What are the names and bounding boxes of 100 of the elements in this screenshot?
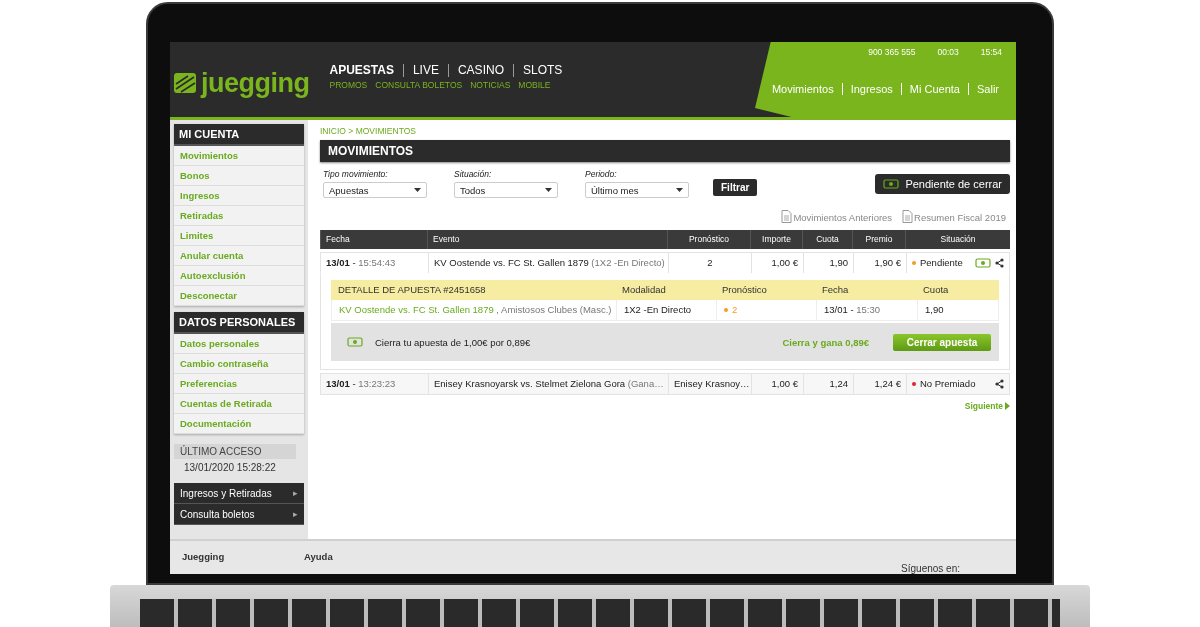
table-cell: 1,90 — [917, 300, 998, 320]
subnav-link[interactable]: NOTICIAS — [470, 80, 511, 90]
header-info: 900 365 555 — [868, 47, 916, 57]
status-text: Pendiente — [920, 256, 963, 270]
column-header: Pronóstico — [721, 283, 768, 297]
document-icon — [781, 210, 793, 224]
footer-link[interactable]: Juegging — [182, 551, 304, 574]
menu-label: Ingresos y Retiradas — [180, 487, 272, 499]
column-header: Fecha — [320, 230, 427, 249]
logo-text: juegging — [201, 67, 310, 99]
sidebar-item[interactable]: Limites — [174, 226, 304, 246]
account-link[interactable]: Salir — [968, 83, 1002, 95]
subnav-link[interactable]: PROMOS — [329, 80, 368, 90]
share-icon[interactable] — [995, 258, 1004, 268]
table-row[interactable]: 13/01 - 13:23:23 Enisey Krasnoyarsk vs. Stelmet Zielona Gora (Gana… Enisey Krasnoy… 1,00 € 1,24 1,24 € No Premiado — [320, 373, 1010, 395]
sidebar-item[interactable]: Autoexclusión — [174, 266, 304, 286]
sidebar-item[interactable]: Movimientos — [174, 146, 304, 166]
pending-button[interactable]: Pendiente de cerrar — [875, 174, 1010, 194]
column-header: Evento — [427, 230, 667, 249]
table-cell: 13/01 - 15:30 — [816, 300, 917, 320]
follow-label: Síguenos en: — [901, 563, 961, 574]
table-cell: 1,24 € — [853, 374, 906, 394]
column-header: Cuota — [802, 230, 852, 249]
sidebar-item[interactable]: Cuentas de Retirada — [174, 394, 304, 414]
account-link[interactable]: Ingresos — [841, 83, 901, 95]
arrow-icon: ▸ — [293, 488, 298, 498]
column-header: Pronóstico — [667, 230, 750, 249]
document-icon — [902, 210, 914, 224]
dropdown[interactable]: Apuestas — [323, 182, 427, 198]
section-title: MI CUENTA — [174, 124, 304, 146]
document-link[interactable]: Movimientos Anteriores — [781, 210, 893, 224]
sidebar-item[interactable]: Datos personales — [174, 334, 304, 354]
sidebar-item[interactable]: Desconectar — [174, 286, 304, 306]
arrow-icon: ▸ — [293, 509, 298, 519]
table-cell: Enisey Krasnoy… — [668, 374, 751, 394]
sidebar-item[interactable]: Preferencias — [174, 374, 304, 394]
column-header: Situación — [905, 230, 1010, 249]
sidebar-item[interactable]: Bonos — [174, 166, 304, 186]
table-cell: 1,24 — [803, 374, 853, 394]
account-link[interactable]: Mi Cuenta — [900, 83, 968, 95]
dropdown[interactable]: Último mes — [585, 182, 689, 198]
column-header: DETALLE DE APUESTA #2451658 — [337, 283, 487, 297]
table-row[interactable]: 13/01 - 15:54:43 KV Oostende vs. FC St. Gallen 1879 (1X2 -En Directo) 2 1,00 € 1,90 1,90 € Pendiente — [320, 252, 1010, 274]
status-text: No Premiado — [920, 377, 976, 391]
filter-label: Periodo: — [585, 169, 618, 179]
sidebar-item[interactable]: Documentación — [174, 414, 304, 434]
table-cell: 1X2 -En Directo — [616, 300, 716, 320]
caret-icon — [414, 188, 421, 192]
table-cell: 2 — [668, 253, 751, 273]
column-header: Modalidad — [621, 283, 667, 297]
column-header: Premio — [852, 230, 905, 249]
menu-item[interactable]: Consulta boletos ▸ — [174, 504, 304, 525]
section-title: DATOS PERSONALES — [174, 312, 304, 334]
table-cell: Enisey Krasnoyarsk vs. Stelmet Zielona Gora (Gana… — [428, 374, 668, 394]
share-icon[interactable] — [995, 379, 1004, 389]
account-link[interactable]: Movimientos — [763, 83, 842, 95]
banknote-icon — [883, 179, 900, 189]
last-access-value: 13/01/2020 15:28:22 — [183, 461, 277, 473]
filter-label: Situación: — [454, 169, 493, 179]
breadcrumb[interactable]: INICIO > MOVIMIENTOS — [320, 126, 1010, 138]
sidebar-item[interactable]: Retiradas — [174, 206, 304, 226]
caret-icon — [545, 188, 552, 192]
cashout-button[interactable]: Cerrar apuesta — [893, 333, 991, 351]
table-cell: 1,00 € — [751, 253, 803, 273]
subnav-link[interactable]: MOBILE — [518, 80, 551, 90]
table-cell: KV Oostende vs. FC St. Gallen 1879 (1X2 -En Directo) — [428, 253, 668, 273]
column-header: Fecha — [821, 283, 850, 297]
table-cell: 2 — [716, 300, 816, 320]
table-cell-text: KV Oostende vs. FC St. Gallen 1879 , Amistosos Clubes (Masc.) — [338, 303, 613, 317]
subnav-link[interactable]: CONSULTA BOLETOS — [375, 80, 463, 90]
table-cell: 1,90 — [803, 253, 853, 273]
nav-link[interactable]: CASINO — [447, 64, 513, 77]
nav-link[interactable]: SLOTS — [512, 64, 572, 77]
filter-label: Tipo movimiento: — [323, 169, 389, 179]
caret-icon — [676, 188, 683, 192]
banknote-icon — [347, 337, 363, 347]
section-title-bar: MOVIMIENTOS — [320, 140, 1010, 162]
play-icon — [1005, 402, 1010, 410]
column-header: Cuota — [922, 283, 950, 297]
nav-link[interactable]: LIVE — [402, 64, 448, 77]
menu-item[interactable]: Ingresos y Retiradas ▸ — [174, 483, 304, 504]
column-header: Importe — [750, 230, 802, 249]
table-cell-text: 13/01 - 15:54:43 — [325, 256, 397, 270]
logo[interactable]: juegging — [172, 68, 310, 98]
header-info: 00:03 — [937, 47, 959, 57]
cashout-gain: Cierra y gana 0,89€ — [782, 336, 869, 348]
next-link[interactable]: Siguiente — [320, 401, 1010, 411]
table-cell-text: 13/01 - 13:23:23 — [325, 377, 397, 391]
sidebar-item[interactable]: Ingresos — [174, 186, 304, 206]
table-cell: 1,00 € — [751, 374, 803, 394]
dropdown[interactable]: Todos — [454, 182, 558, 198]
filter-button[interactable]: Filtrar — [713, 179, 758, 196]
sidebar-item[interactable]: Cambio contraseña — [174, 354, 304, 374]
nav-link[interactable]: APUESTAS — [329, 64, 403, 77]
header-info: 15:54 — [980, 47, 1002, 57]
table-cell: 1,90 € — [853, 253, 906, 273]
footer-link[interactable]: Ayuda — [304, 551, 426, 574]
document-link[interactable]: Resumen Fiscal 2019 — [902, 210, 1006, 224]
sidebar-item[interactable]: Anular cuenta — [174, 246, 304, 266]
last-access-label: ÚLTIMO ACCESO — [174, 444, 296, 459]
